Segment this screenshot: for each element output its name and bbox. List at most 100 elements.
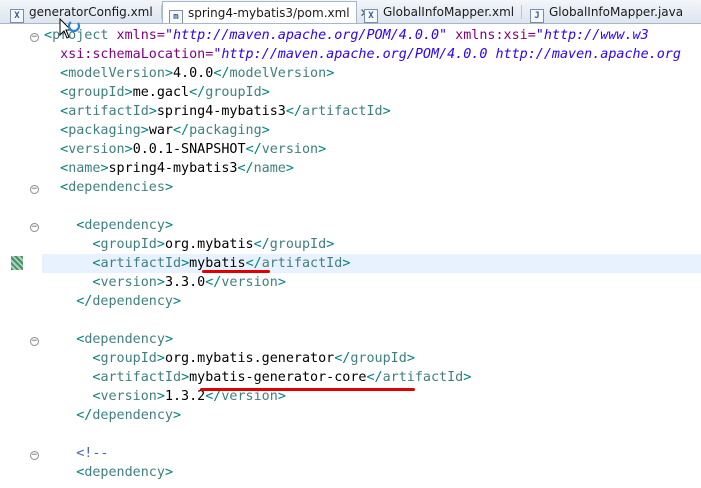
xml-bracket: </ bbox=[285, 104, 302, 119]
code-line-3: <modelVersion>4.0.0</modelVersion> bbox=[44, 64, 334, 83]
xml-tag-name: packaging bbox=[189, 123, 262, 138]
xml-attribute-name: xmlns= bbox=[108, 28, 165, 43]
xml-bracket: < bbox=[60, 161, 69, 176]
xml-tag-name: dependency bbox=[84, 465, 165, 480]
xml-bracket: > bbox=[261, 123, 270, 138]
xml-tag-name: artifactId bbox=[100, 370, 182, 385]
xml-text-content: spring4-mybatis3 bbox=[108, 161, 238, 176]
xml-tag-name: artifactId bbox=[302, 104, 383, 119]
xml-bracket: </ bbox=[366, 370, 383, 385]
xml-bracket: > bbox=[285, 161, 294, 176]
xml-tag-name: version bbox=[100, 275, 157, 290]
xml-bracket: </ bbox=[245, 142, 262, 157]
xml-bracket: > bbox=[124, 142, 133, 157]
xml-bracket: > bbox=[124, 85, 133, 100]
xml-text-content: 0.0.1-SNAPSHOT bbox=[132, 142, 246, 157]
xml-attribute-name: xmlns:xsi= bbox=[447, 28, 536, 43]
xml-bracket: > bbox=[164, 332, 173, 347]
xml-tag-name: groupId bbox=[100, 351, 157, 366]
xml-attribute-name: xsi:schemaLocation= bbox=[60, 47, 214, 62]
xml-bracket: < bbox=[60, 142, 69, 157]
xml-tag-name: groupId bbox=[205, 85, 262, 100]
code-line-9: <dependencies> bbox=[44, 178, 173, 197]
artifact-generator-core: mybatis-generator-core bbox=[189, 370, 367, 385]
code-line-19: <artifactId>mybatis-generator-core</arti… bbox=[44, 368, 471, 387]
fold-toggle-icon[interactable]: − bbox=[30, 451, 39, 460]
xml-source-editor[interactable]: − − − − − <project xmlns="http://maven.a… bbox=[0, 24, 701, 488]
xml-tag-name: version bbox=[68, 142, 125, 157]
xml-bracket: < bbox=[60, 180, 69, 195]
xml-bracket: > bbox=[318, 142, 327, 157]
fold-toggle-icon[interactable]: − bbox=[30, 185, 39, 194]
xml-bracket: > bbox=[173, 408, 182, 423]
artifact-mybatis: mybatis bbox=[189, 256, 246, 271]
code-line-21: </dependency> bbox=[44, 406, 181, 425]
tab-globalinfomapper-java[interactable]: J GlobalInfoMapper.java bbox=[524, 1, 701, 23]
editor-tab-bar: XgeneratorConfig.xml m spring4-mybatis3/p… bbox=[0, 0, 701, 24]
xml-bracket: </ bbox=[173, 123, 190, 138]
xml-bracket: < bbox=[60, 104, 69, 119]
fold-toggle-icon[interactable]: − bbox=[30, 33, 39, 42]
tab-label: generatorConfig.xml bbox=[29, 5, 153, 19]
code-line-8: <name>spring4-mybatis3</name> bbox=[44, 159, 294, 178]
code-line-18: <groupId>org.mybatis.generator</groupId> bbox=[44, 349, 415, 368]
tab-label: GlobalInfoMapper.java bbox=[549, 5, 684, 19]
xml-tag-name: dependency bbox=[92, 408, 173, 423]
xml-tag-name: dependency bbox=[84, 332, 165, 347]
code-line-2: xsi:schemaLocation="http://maven.apache.… bbox=[44, 45, 681, 64]
xml-bracket: > bbox=[164, 180, 173, 195]
xml-bracket: > bbox=[326, 66, 335, 81]
xml-bracket: < bbox=[60, 66, 69, 81]
xml-tag-name: artifactId bbox=[382, 370, 464, 385]
tab-globalinfomapper-xml[interactable]: X GlobalInfoMapper.xml bbox=[358, 1, 514, 23]
red-underline-mybatis bbox=[202, 270, 270, 273]
xml-tag-name: name bbox=[68, 161, 101, 176]
xml-text-content: war bbox=[148, 123, 173, 138]
tab-generatorconfig-xml[interactable]: XgeneratorConfig.xml bbox=[4, 1, 160, 23]
xml-bracket: > bbox=[326, 237, 335, 252]
xml-text-content: spring4-mybatis3 bbox=[156, 104, 286, 119]
tab-separator bbox=[521, 5, 522, 19]
busy-cursor-icon bbox=[59, 18, 81, 39]
xml-tag-name: groupId bbox=[100, 237, 157, 252]
xml-bracket: > bbox=[173, 294, 182, 309]
xml-text-content: org.mybatis bbox=[164, 237, 254, 252]
xml-comment: <!-- bbox=[76, 446, 109, 461]
tab-label: spring4-mybatis3/pom.xml bbox=[188, 6, 350, 20]
xml-tag-name: artifactId bbox=[68, 104, 149, 119]
code-line-24: <dependency> bbox=[44, 463, 173, 482]
xml-bracket: </ bbox=[213, 66, 230, 81]
xml-tag-name: modelVersion bbox=[229, 66, 327, 81]
xml-tag-name: dependency bbox=[84, 218, 165, 233]
xml-bracket: > bbox=[382, 104, 391, 119]
xml-bracket: > bbox=[181, 370, 190, 385]
vertical-ruler bbox=[0, 24, 10, 488]
occurrence-marker-icon[interactable] bbox=[11, 256, 23, 270]
xml-tag-name: groupId bbox=[350, 351, 407, 366]
xml-bracket: </ bbox=[205, 389, 222, 404]
xml-bracket: < bbox=[44, 28, 53, 43]
tab-pom-xml[interactable]: mspring4-mybatis3/pom.xml✕ bbox=[162, 1, 370, 23]
xml-text-content: me.gacl bbox=[132, 85, 190, 100]
xml-bracket: </ bbox=[237, 161, 254, 176]
xml-bracket: > bbox=[148, 104, 157, 119]
xml-attribute-value: "http://maven.apache.org/POM/4.0.0 http:… bbox=[213, 47, 681, 62]
xml-file-icon: X bbox=[364, 9, 378, 23]
tab-label: GlobalInfoMapper.xml bbox=[383, 5, 515, 19]
xml-attribute-value: "http://maven.apache.org/POM/4.0.0" bbox=[164, 28, 448, 43]
xml-bracket: </ bbox=[253, 237, 270, 252]
xml-tag-name: packaging bbox=[68, 123, 141, 138]
java-file-icon: J bbox=[530, 9, 544, 23]
fold-toggle-icon[interactable]: − bbox=[30, 337, 39, 346]
xml-bracket: </ bbox=[189, 85, 206, 100]
fold-toggle-icon[interactable]: − bbox=[30, 223, 39, 232]
xml-bracket: > bbox=[140, 123, 149, 138]
xml-tag-name: version bbox=[100, 389, 157, 404]
code-line-17: <dependency> bbox=[44, 330, 173, 349]
xml-bracket: </ bbox=[334, 351, 351, 366]
code-line-11: <dependency> bbox=[44, 216, 173, 235]
xml-tag-name: dependency bbox=[92, 294, 173, 309]
xml-bracket: > bbox=[164, 66, 173, 81]
code-line-15: </dependency> bbox=[44, 292, 181, 311]
xml-bracket: </ bbox=[76, 294, 93, 309]
